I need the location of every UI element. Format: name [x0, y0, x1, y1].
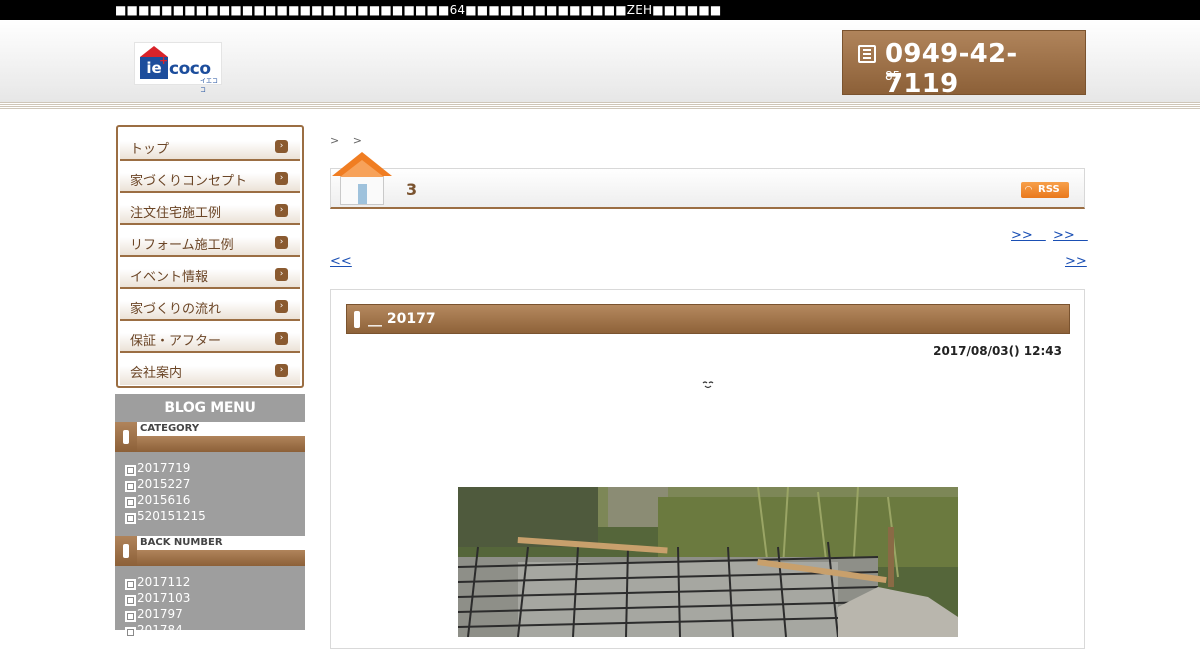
chevron-right-icon: › [275, 140, 288, 153]
category-item[interactable]: 520151215 [125, 508, 206, 524]
site-logo[interactable]: ie + coco イエココ [134, 42, 222, 94]
next-entry-link[interactable]: >> [1065, 254, 1087, 269]
phone-number[interactable]: 0949-42-7119 [885, 39, 1085, 99]
header-divider [0, 102, 1200, 110]
photo-illustration [458, 487, 958, 637]
house-icon [332, 152, 392, 208]
top-announcement-bar: ■■■■■■■■■■■■■■■■■■■■■■■■■■■■■64■■■■■■■■■… [0, 0, 1200, 20]
gnav-label: 注文住宅施工例 [130, 206, 222, 221]
rss-label: RSS [1038, 184, 1060, 195]
backnumber-item[interactable]: 2017112 [125, 574, 190, 590]
category-item[interactable]: 2015616 [125, 492, 206, 508]
logo-sub-text: イエココ [200, 78, 218, 94]
gnav-item-flow[interactable]: 家づくりの流れ › [120, 289, 300, 321]
backnumber-item[interactable]: 201797 [125, 606, 190, 622]
breadcrumb-separator-icon: > [330, 134, 340, 147]
chevron-right-icon: › [275, 268, 288, 281]
global-nav: トップ › 家づくりコンセプト › 注文住宅施工例 › リフォーム施工例 › イ… [116, 125, 304, 388]
backnumber-heading: BACK NUMBER [115, 536, 305, 566]
category-item[interactable]: 2015227 [125, 476, 206, 492]
gnav-item-reform[interactable]: リフォーム施工例 › [120, 225, 300, 257]
blog-entry: __ 20177 2017/08/03() 12:43 [330, 289, 1085, 649]
top-announcement-text: ■■■■■■■■■■■■■■■■■■■■■■■■■■■■■64■■■■■■■■■… [115, 3, 722, 17]
house-window [358, 184, 367, 204]
next-link[interactable]: >> [1011, 224, 1046, 243]
gnav-item-top[interactable]: トップ › [120, 129, 300, 161]
backnumber-heading-bar [115, 550, 305, 566]
building-phone-icon [858, 45, 876, 63]
category-list: 2017719 2015227 2015616 520151215 [125, 460, 206, 524]
gnav-label: 家づくりの流れ [130, 302, 222, 317]
blog-menu-title: BLOG MENU [164, 400, 256, 416]
gnav-item-warranty[interactable]: 保証・アフター › [120, 321, 300, 353]
logo-plus-text: + [159, 54, 169, 67]
page-title-bar [330, 168, 1085, 209]
category-heading-tab [115, 422, 137, 452]
gnav-label: 会社案内 [130, 366, 183, 381]
gnav-item-company[interactable]: 会社案内 › [120, 353, 300, 385]
gnav-label: イベント情報 [130, 270, 209, 285]
emoji-face-icon [702, 381, 714, 389]
breadcrumb-separator-icon: > [352, 134, 362, 147]
foundation-rebar-photo [458, 487, 958, 637]
category-heading: CATEGORY [115, 422, 305, 452]
chevron-right-icon: › [275, 332, 288, 345]
backnumber-item[interactable]: 2017103 [125, 590, 190, 606]
backnumber-item[interactable]: 201784 [125, 622, 190, 638]
house-roof-highlight [340, 160, 384, 177]
entry-date: 2017/08/03() 12:43 [933, 344, 1062, 358]
category-heading-text: CATEGORY [140, 423, 200, 434]
backnumber-heading-text: BACK NUMBER [140, 537, 223, 548]
gnav-label: リフォーム施工例 [130, 238, 234, 253]
phone-sub-text: 85 [885, 69, 901, 83]
category-item[interactable]: 2017719 [125, 460, 206, 476]
prev-entry-link[interactable]: << [330, 254, 352, 269]
rss-icon: ◠ [1025, 185, 1032, 195]
gnav-item-events[interactable]: イベント情報 › [120, 257, 300, 289]
gnav-label: トップ [130, 142, 170, 157]
gnav-item-custom-homes[interactable]: 注文住宅施工例 › [120, 193, 300, 225]
blog-menu: BLOG MENU CATEGORY 2017719 2015227 20156… [115, 394, 305, 638]
chevron-right-icon: › [275, 364, 288, 377]
page-title: 3 [406, 180, 418, 199]
chevron-right-icon: › [275, 236, 288, 249]
backnumber-heading-tab [115, 536, 137, 566]
chevron-right-icon: › [275, 300, 288, 313]
gnav-label: 家づくりコンセプト [130, 174, 248, 189]
phone-contact-box[interactable]: 0949-42-7119 85 [842, 30, 1086, 99]
chevron-right-icon: › [275, 172, 288, 185]
rss-button[interactable]: ◠ RSS [1021, 182, 1069, 198]
next-link[interactable]: >> [1053, 224, 1088, 243]
backnumber-list: 2017112 2017103 201797 201784 [125, 574, 190, 638]
category-heading-bar [115, 436, 305, 452]
entry-title-bar: __ 20177 [346, 304, 1070, 334]
entry-title[interactable]: __ 20177 [368, 311, 436, 327]
chevron-right-icon: › [275, 204, 288, 217]
gnav-label: 保証・アフター [130, 334, 222, 349]
gnav-item-concept[interactable]: 家づくりコンセプト › [120, 161, 300, 193]
breadcrumb: > > [330, 134, 372, 147]
